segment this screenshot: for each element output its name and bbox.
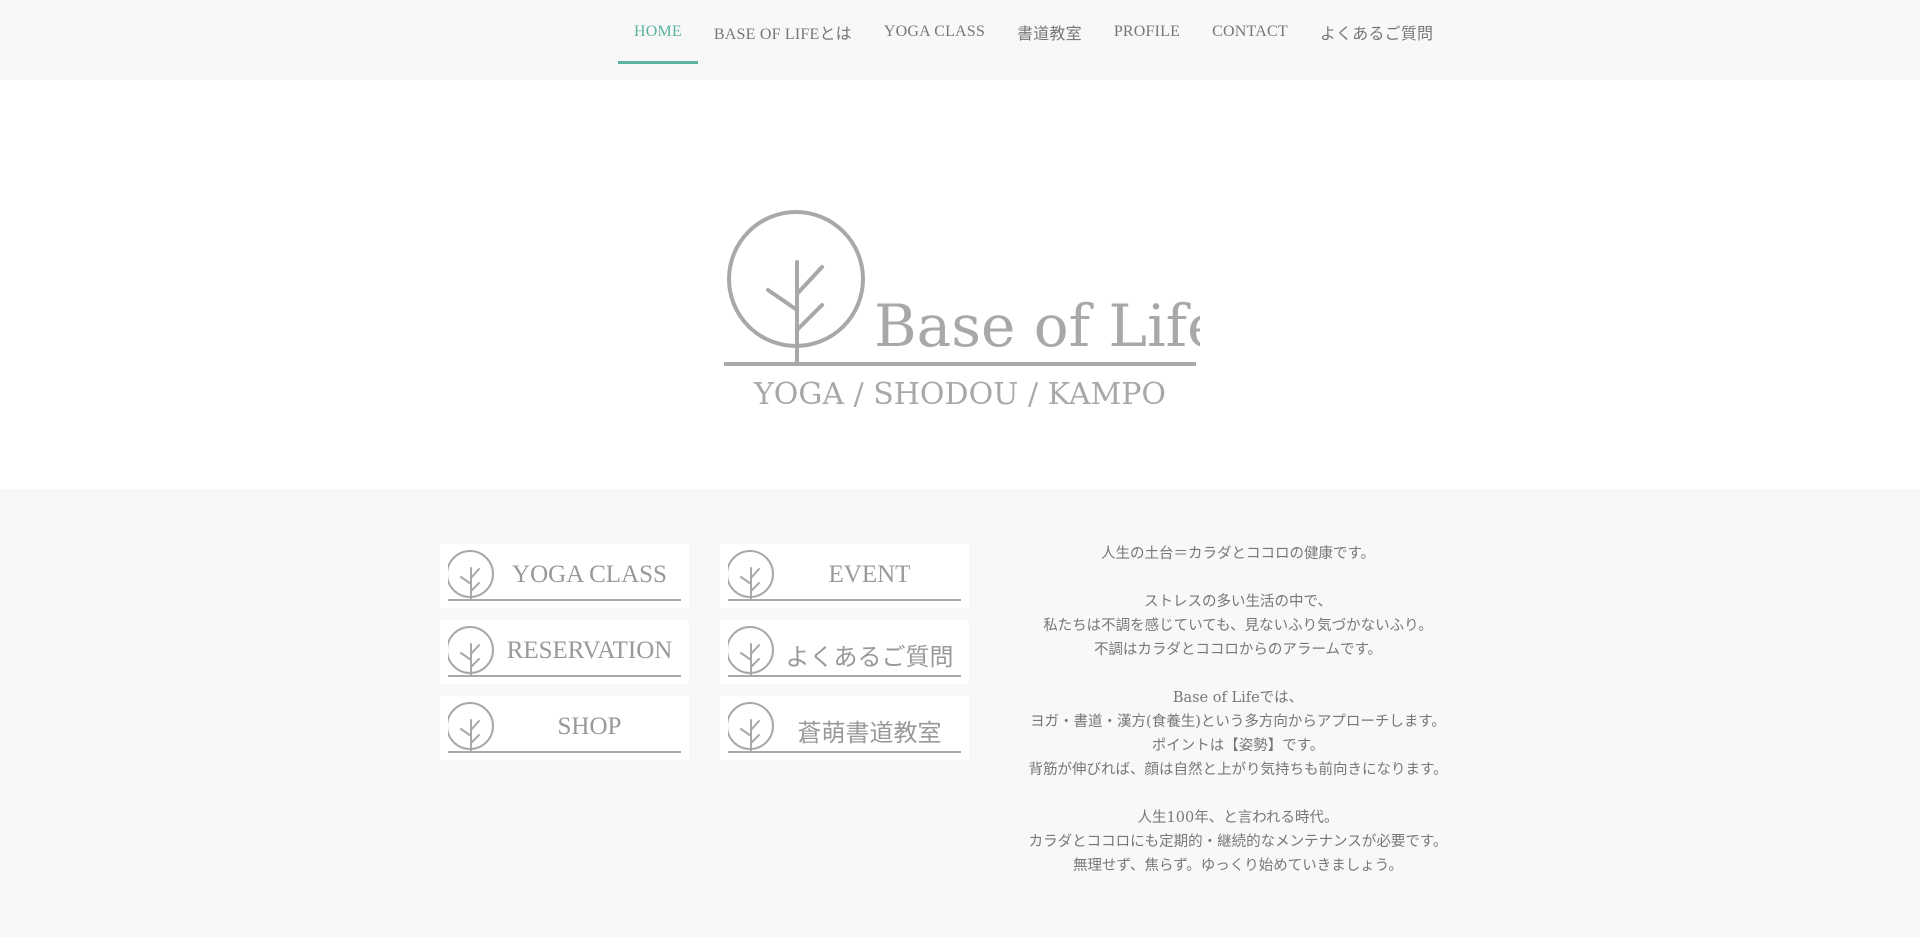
intro-message: 人生の土台＝カラダとココロの健康です。 ストレスの多い生活の中で、 私たちは不調… <box>1000 542 1476 902</box>
logo-title: Base of Life <box>874 292 1200 360</box>
tile-shodo-class[interactable]: 蒼萌書道教室 <box>720 696 969 760</box>
nav-item-contact[interactable]: CONTACT <box>1196 0 1304 64</box>
tile-label: YOGA CLASS <box>512 561 667 588</box>
nav-tiles: YOGA CLASS EVENT RESERVATION よくあるご質問 SHO… <box>440 544 970 760</box>
tile-label: RESERVATION <box>506 637 673 664</box>
message-paragraph-3: Base of Lifeでは、 ヨガ・書道・漢方(食養生)という多方向からアプロ… <box>1028 690 1448 778</box>
nav-item-about[interactable]: BASE OF LIFEとは <box>698 0 868 64</box>
nav-list: HOME BASE OF LIFEとは YOGA CLASS 書道教室 PROF… <box>618 0 1449 80</box>
nav-item-profile[interactable]: PROFILE <box>1098 0 1196 64</box>
tile-shop[interactable]: SHOP <box>440 696 689 760</box>
hero-section: Base of Life YOGA / SHODOU / KAMPO <box>0 80 1920 489</box>
tile-label: 蒼萌書道教室 <box>797 719 942 747</box>
tile-event[interactable]: EVENT <box>720 544 969 608</box>
content-section: YOGA CLASS EVENT RESERVATION よくあるご質問 SHO… <box>0 489 1920 937</box>
top-nav: HOME BASE OF LIFEとは YOGA CLASS 書道教室 PROF… <box>0 0 1920 80</box>
tile-label: よくあるご質問 <box>785 643 954 671</box>
nav-item-shodo[interactable]: 書道教室 <box>1001 0 1098 64</box>
nav-item-home[interactable]: HOME <box>618 0 698 64</box>
message-paragraph-4: 人生100年、と言われる時代。 カラダとココロにも定期的・継続的なメンテナンスが… <box>1028 810 1448 874</box>
tile-yoga-class[interactable]: YOGA CLASS <box>440 544 689 608</box>
tile-label: EVENT <box>828 561 911 588</box>
message-paragraph-2: ストレスの多い生活の中で、 私たちは不調を感じていても、見ないふり気づかないふり… <box>1043 594 1433 658</box>
tile-faq[interactable]: よくあるご質問 <box>720 620 969 684</box>
site-logo: Base of Life YOGA / SHODOU / KAMPO <box>724 210 1200 412</box>
logo-subtitle: YOGA / SHODOU / KAMPO <box>753 377 1166 412</box>
nav-item-yoga-class[interactable]: YOGA CLASS <box>868 0 1001 64</box>
tile-reservation[interactable]: RESERVATION <box>440 620 689 684</box>
nav-item-faq[interactable]: よくあるご質問 <box>1304 0 1449 64</box>
tile-label: SHOP <box>557 713 622 740</box>
message-paragraph-1: 人生の土台＝カラダとココロの健康です。 <box>1100 546 1376 562</box>
tree-in-circle-icon <box>727 210 865 366</box>
